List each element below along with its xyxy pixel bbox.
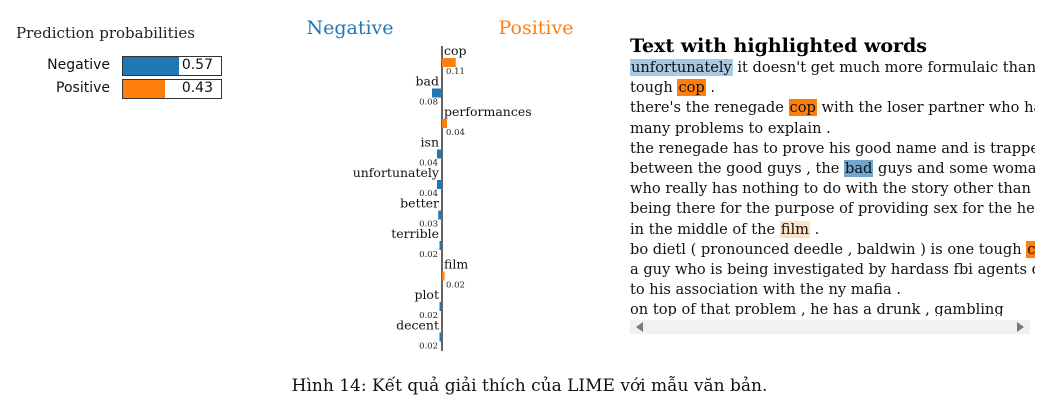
feature-label-cop: cop <box>444 43 467 58</box>
feature-value-bad: 0.08 <box>419 98 438 108</box>
feature-label-decent: decent <box>396 318 439 333</box>
highlighted-word-cop: cop <box>1026 240 1035 258</box>
feature-label-isn: isn <box>421 135 439 150</box>
scroll-right-icon[interactable] <box>1017 322 1024 332</box>
probability-bar-positive <box>123 80 166 98</box>
probability-bar-negative <box>123 57 179 75</box>
text-segment: bo dietl ( pronounced deedle , baldwin )… <box>630 240 1027 258</box>
probability-row-positive: Positive 0.43 <box>0 79 230 99</box>
prediction-probabilities-title: Prediction probabilities <box>16 24 195 42</box>
feature-label-plot: plot <box>414 287 439 302</box>
text-line: on top of that problem , he has a drunk … <box>630 300 1035 316</box>
feature-label-bad: bad <box>416 74 439 89</box>
text-segment: in the middle of the <box>630 220 780 238</box>
text-line: unfortunately it doesn't get much more f… <box>630 58 1035 78</box>
figure-caption: Hình 14: Kết quả giải thích của LIME với… <box>291 376 768 396</box>
text-segment: with the loser partner who has to <box>821 99 1035 117</box>
feature-bar-terrible <box>439 241 442 250</box>
feature-label-performances: performances <box>444 104 532 119</box>
highlighted-word-cop: cop <box>677 79 706 97</box>
feature-bar-unfortunately <box>437 180 442 189</box>
text-line: the renegade has to prove his good name … <box>630 139 1035 159</box>
probability-label-negative: Negative <box>47 57 110 73</box>
feature-value-cop: 0.11 <box>446 67 465 77</box>
feature-bar-decent <box>439 332 442 342</box>
text-segment: many problems to explain . <box>630 119 831 137</box>
feature-bar-cop <box>442 58 456 67</box>
class-label-positive: Positive <box>499 17 574 39</box>
text-line: between the good guys , the bad guys and… <box>630 159 1035 179</box>
feature-bar-film <box>442 271 445 281</box>
highlighted-text-body[interactable]: unfortunately it doesn't get much more f… <box>630 58 1035 316</box>
text-line: a guy who is being investigated by harda… <box>630 260 1035 280</box>
text-segment: a guy who is being investigated by harda… <box>630 261 1035 279</box>
feature-label-terrible: terrible <box>391 226 439 241</box>
text-segment: . <box>810 220 820 238</box>
class-label-negative: Negative <box>306 17 393 39</box>
feature-label-better: better <box>400 196 439 211</box>
feature-bar-better <box>438 210 442 220</box>
feature-bar-plot <box>439 302 442 311</box>
probability-row-negative: Negative 0.57 <box>0 56 230 76</box>
probability-box-negative: 0.57 <box>122 56 222 76</box>
text-segment: it doesn't get much more formulaic than … <box>732 59 1035 76</box>
text-line: tough cop . <box>630 78 1035 98</box>
text-segment: between the good guys , the <box>630 160 845 178</box>
feature-value-film: 0.02 <box>446 281 465 291</box>
text-segment: on top of that problem , he has a drunk … <box>630 301 1004 316</box>
feature-bar-isn <box>437 149 442 159</box>
text-segment: being there for the purpose of providing… <box>630 200 1035 218</box>
highlighted-word-unfortunately: unfortunately <box>630 59 733 76</box>
text-line: being there for the purpose of providing… <box>630 199 1035 219</box>
feature-value-performances: 0.04 <box>446 128 465 138</box>
text-segment: . <box>705 79 716 97</box>
text-line: who really has nothing to do with the st… <box>630 179 1035 199</box>
probability-label-positive: Positive <box>56 80 110 96</box>
text-line: there's the renegade cop with the loser … <box>630 98 1035 118</box>
text-segment: to his association with the ny mafia . <box>630 281 901 299</box>
probability-value-positive: 0.43 <box>181 80 213 96</box>
feature-label-film: film <box>444 257 468 272</box>
highlighted-word-cop: cop <box>788 99 817 117</box>
text-segment: the renegade has to prove his good name … <box>630 139 1035 157</box>
text-segment: guys and some woman <box>873 160 1035 178</box>
feature-label-unfortunately: unfortunately <box>353 165 440 180</box>
text-segment: who really has nothing to do with the st… <box>630 180 1031 198</box>
scroll-left-icon[interactable] <box>636 322 643 332</box>
text-segment: there's the renegade <box>630 99 789 117</box>
text-line: in the middle of the film . <box>630 220 1035 240</box>
feature-weights-chart: Negative Positive cop 0.11 bad 0.08 performa… <box>306 17 574 352</box>
highlighted-text-title: Text with highlighted words <box>630 35 927 57</box>
horizontal-scrollbar[interactable] <box>630 320 1030 334</box>
lime-explanation-figure: Prediction probabilities Negative 0.57 P… <box>0 0 1059 411</box>
highlighted-word-film: film <box>779 220 810 238</box>
feature-bar-bad <box>432 88 442 98</box>
highlighted-word-bad: bad <box>844 160 874 178</box>
feature-bar-performances <box>442 119 447 128</box>
text-segment: tough <box>630 79 678 97</box>
highlighted-text-panel: Text with highlighted words unfortunatel… <box>630 34 1035 344</box>
text-line: to his association with the ny mafia . <box>630 280 1035 300</box>
feature-value-decent: 0.02 <box>419 342 438 352</box>
text-line: many problems to explain . <box>630 119 1035 139</box>
text-line: bo dietl ( pronounced deedle , baldwin )… <box>630 240 1035 260</box>
probability-value-negative: 0.57 <box>181 57 213 73</box>
feature-value-terrible: 0.02 <box>419 250 438 260</box>
probability-box-positive: 0.43 <box>122 79 222 99</box>
